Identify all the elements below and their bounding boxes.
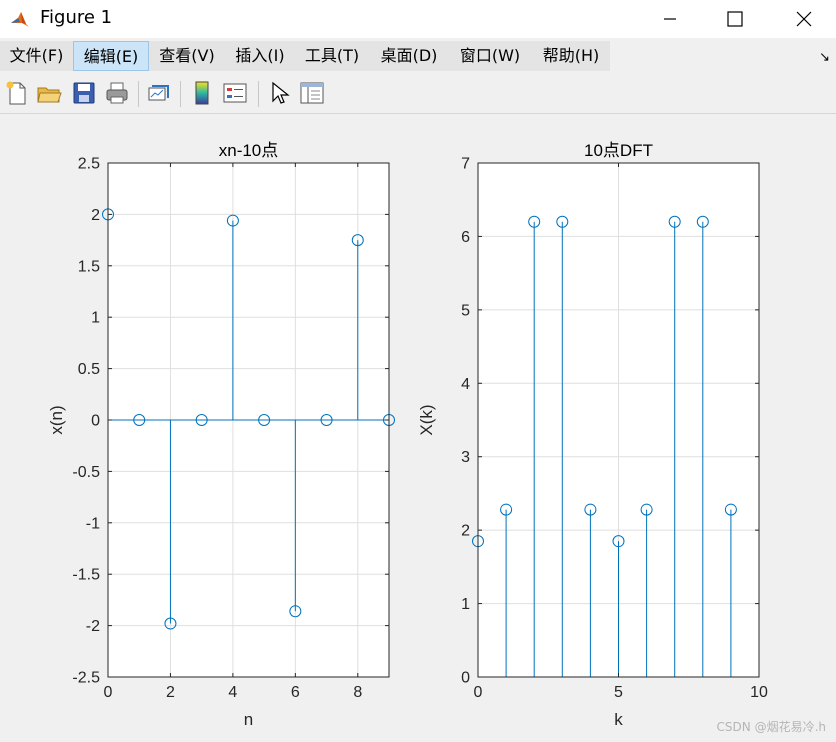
- y-tick-label: -1.5: [72, 567, 100, 584]
- y-tick-label: 1: [461, 596, 470, 613]
- toolbar-separator: [258, 81, 259, 107]
- y-tick-label: -1: [86, 515, 100, 532]
- close-icon: [796, 11, 812, 27]
- print-icon[interactable]: [104, 80, 130, 106]
- menu-desktop[interactable]: 桌面(D): [372, 41, 446, 71]
- y-tick-label: 2.5: [78, 156, 100, 173]
- x-axis-label: n: [244, 710, 253, 729]
- x-tick-label: 6: [291, 684, 300, 701]
- minimize-icon: [664, 18, 676, 20]
- y-tick-label: 0.5: [78, 361, 100, 378]
- y-tick-label: 0: [461, 670, 470, 687]
- maximize-button[interactable]: [702, 0, 768, 38]
- y-tick-label: 2: [91, 207, 100, 224]
- toolbar-separator: [138, 81, 139, 107]
- x-tick-label: 0: [104, 684, 113, 701]
- y-axis-label: x(n): [47, 405, 66, 434]
- menu-file[interactable]: 文件(F): [3, 41, 70, 71]
- y-tick-label: 1.5: [78, 258, 100, 275]
- title-bar: Figure 1: [0, 0, 836, 38]
- save-icon[interactable]: [71, 80, 97, 106]
- new-figure-icon[interactable]: [4, 80, 30, 106]
- legend-icon[interactable]: [222, 80, 248, 106]
- y-tick-label: 2: [461, 523, 470, 540]
- dock-arrow-icon[interactable]: ↘: [819, 50, 830, 65]
- axes-left[interactable]: 0 2 4 6 8 -2.5 -2 -1.5 -1 -0.5 0 0.5 1 1.5 2 2.5 xn-10点 n…: [47, 141, 395, 729]
- x-tick-label: 8: [353, 684, 362, 701]
- y-tick-label: 7: [461, 156, 470, 173]
- toolbar-separator: [180, 81, 181, 107]
- menu-help[interactable]: 帮助(H): [534, 41, 608, 71]
- x-tick-label: 4: [228, 684, 237, 701]
- y-axis-label: X(k): [417, 404, 436, 435]
- x-axis-label: k: [614, 710, 623, 729]
- chart-title: xn-10点: [219, 141, 279, 160]
- figure-toolbar: [0, 74, 836, 114]
- y-tick-label: 5: [461, 302, 470, 319]
- matlab-logo-icon: [9, 8, 31, 30]
- menu-view[interactable]: 查看(V): [152, 41, 222, 71]
- menu-window[interactable]: 窗口(W): [452, 41, 528, 71]
- close-button[interactable]: [770, 0, 836, 38]
- y-tick-label: 6: [461, 229, 470, 246]
- menu-edit[interactable]: 编辑(E): [73, 41, 149, 71]
- maximize-icon: [727, 11, 743, 27]
- link-plot-icon[interactable]: [146, 80, 172, 106]
- y-tick-label: -2.5: [72, 670, 100, 687]
- minimize-button[interactable]: [636, 0, 702, 38]
- y-tick-label: -0.5: [72, 464, 100, 481]
- axes-right[interactable]: 0 5 10 0 1 2 3 4 5 6 7 10点DFT k X(k): [417, 141, 768, 729]
- figure-canvas: 0 2 4 6 8 -2.5 -2 -1.5 -1 -0.5 0 0.5 1 1.5 2 2.5 xn-10点 n…: [47, 141, 768, 729]
- y-tick-label: 1: [91, 310, 100, 327]
- y-tick-label: 3: [461, 449, 470, 466]
- open-file-icon[interactable]: [36, 80, 62, 106]
- y-tick-label: 0: [91, 413, 100, 430]
- menu-insert[interactable]: 插入(I): [228, 41, 292, 71]
- chart-title: 10点DFT: [584, 141, 653, 160]
- property-editor-icon[interactable]: [299, 80, 325, 106]
- menu-tools[interactable]: 工具(T): [298, 41, 366, 71]
- x-tick-label: 0: [474, 684, 483, 701]
- watermark: CSDN @烟花易冷.h: [716, 720, 826, 734]
- x-tick-label: 2: [166, 684, 175, 701]
- pointer-icon[interactable]: [266, 80, 292, 106]
- x-tick-label: 5: [614, 684, 623, 701]
- x-tick-label: 10: [750, 684, 768, 701]
- menu-bar: 文件(F) 编辑(E) 查看(V) 插入(I) 工具(T) 桌面(D) 窗口(W…: [0, 38, 836, 74]
- y-tick-label: -2: [86, 618, 100, 635]
- colorbar-icon[interactable]: [189, 80, 215, 106]
- window-title: Figure 1: [40, 7, 113, 28]
- y-tick-label: 4: [461, 376, 470, 393]
